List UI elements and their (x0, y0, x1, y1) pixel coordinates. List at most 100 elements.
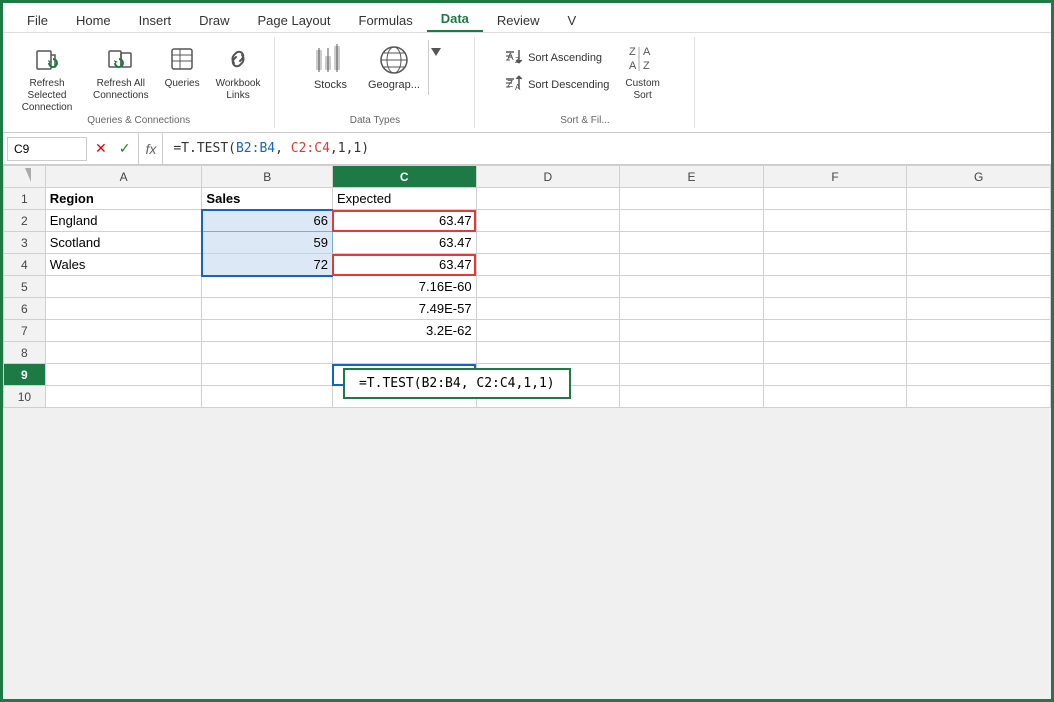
menu-formulas[interactable]: Formulas (345, 9, 427, 32)
cell-G5[interactable] (907, 276, 1051, 298)
workbook-links-button[interactable]: WorkbookLinks (210, 39, 267, 106)
cell-E4[interactable] (620, 254, 764, 276)
cell-C5[interactable]: 7.16E-60 (332, 276, 476, 298)
cell-A8[interactable] (45, 342, 202, 364)
col-header-G[interactable]: G (907, 166, 1051, 188)
cell-E8[interactable] (620, 342, 764, 364)
custom-sort-button[interactable]: Z A A Z CustomSort (617, 39, 667, 102)
cell-B5[interactable] (202, 276, 333, 298)
menu-review[interactable]: Review (483, 9, 554, 32)
cell-D1[interactable] (476, 188, 620, 210)
cell-F1[interactable] (763, 188, 907, 210)
cell-G10[interactable] (907, 386, 1051, 408)
cell-C6[interactable]: 7.49E-57 (332, 298, 476, 320)
cell-D3[interactable] (476, 232, 620, 254)
cell-E3[interactable] (620, 232, 764, 254)
cell-B2[interactable]: 66 (202, 210, 333, 232)
cell-D8[interactable] (476, 342, 620, 364)
cell-A7[interactable] (45, 320, 202, 342)
queries-button[interactable]: Queries (159, 39, 206, 94)
cell-G2[interactable] (907, 210, 1051, 232)
cell-F9[interactable] (763, 364, 907, 386)
cell-A5[interactable] (45, 276, 202, 298)
cell-G6[interactable] (907, 298, 1051, 320)
cell-A9[interactable] (45, 364, 202, 386)
cell-F8[interactable] (763, 342, 907, 364)
cell-E2[interactable] (620, 210, 764, 232)
geography-button[interactable]: Geograp... (360, 40, 428, 95)
menu-data[interactable]: Data (427, 7, 483, 32)
col-header-E[interactable]: E (620, 166, 764, 188)
cell-A4[interactable]: Wales (45, 254, 202, 276)
cell-E6[interactable] (620, 298, 764, 320)
col-header-F[interactable]: F (763, 166, 907, 188)
refresh-selected-button[interactable]: Refresh SelectedConnection (11, 39, 83, 118)
sort-descending-button[interactable]: Z A Sort Descending (502, 72, 613, 97)
col-header-C[interactable]: C (332, 166, 476, 188)
cell-B7[interactable] (202, 320, 333, 342)
cell-F10[interactable] (763, 386, 907, 408)
cell-A10[interactable] (45, 386, 202, 408)
svg-text:Z: Z (629, 46, 636, 58)
cell-C7[interactable]: 3.2E-62 (332, 320, 476, 342)
formula-cancel-button[interactable]: ✕ (91, 140, 111, 157)
cell-B4[interactable]: 72 (202, 254, 333, 276)
cell-E5[interactable] (620, 276, 764, 298)
cell-B6[interactable] (202, 298, 333, 320)
cell-F5[interactable] (763, 276, 907, 298)
cell-C9[interactable]: =T.TEST(B2:B4, C2:C4,1,1) (332, 364, 476, 386)
row-header-4: 4 (4, 254, 46, 276)
cell-F4[interactable] (763, 254, 907, 276)
geography-dropdown-arrow[interactable] (428, 40, 443, 95)
cell-F2[interactable] (763, 210, 907, 232)
formula-input[interactable]: =T.TEST(B2:B4, C2:C4,1,1) (167, 139, 1047, 158)
cell-F7[interactable] (763, 320, 907, 342)
cell-E9[interactable] (620, 364, 764, 386)
cell-B3[interactable]: 59 (202, 232, 333, 254)
cell-D5[interactable] (476, 276, 620, 298)
cell-ref-box[interactable]: C9 (7, 137, 87, 161)
cell-A1[interactable]: Region (45, 188, 202, 210)
cell-C1[interactable]: Expected (332, 188, 476, 210)
cell-G8[interactable] (907, 342, 1051, 364)
cell-E7[interactable] (620, 320, 764, 342)
cell-G4[interactable] (907, 254, 1051, 276)
cell-C8[interactable] (332, 342, 476, 364)
menu-more[interactable]: V (554, 9, 591, 32)
cell-C3[interactable]: 63.47 (332, 232, 476, 254)
cell-F3[interactable] (763, 232, 907, 254)
col-header-A[interactable]: A (45, 166, 202, 188)
cell-B9[interactable] (202, 364, 333, 386)
cell-B10[interactable] (202, 386, 333, 408)
cell-G3[interactable] (907, 232, 1051, 254)
cell-A2[interactable]: England (45, 210, 202, 232)
cell-C4[interactable]: 63.47 (332, 254, 476, 276)
menu-file[interactable]: File (13, 9, 62, 32)
col-header-D[interactable]: D (476, 166, 620, 188)
menu-page-layout[interactable]: Page Layout (244, 9, 345, 32)
cell-D7[interactable] (476, 320, 620, 342)
cell-G9[interactable] (907, 364, 1051, 386)
refresh-all-button[interactable]: Refresh AllConnections (87, 39, 155, 106)
col-header-B[interactable]: B (202, 166, 333, 188)
cell-D4[interactable] (476, 254, 620, 276)
cell-G7[interactable] (907, 320, 1051, 342)
cell-A3[interactable]: Scotland (45, 232, 202, 254)
cell-A6[interactable] (45, 298, 202, 320)
cell-B1[interactable]: Sales (202, 188, 333, 210)
sort-descending-label: Sort Descending (528, 79, 609, 91)
cell-E1[interactable] (620, 188, 764, 210)
menu-draw[interactable]: Draw (185, 9, 243, 32)
cell-G1[interactable] (907, 188, 1051, 210)
sort-ascending-button[interactable]: A Z Sort Ascending (502, 45, 613, 70)
cell-B8[interactable] (202, 342, 333, 364)
cell-D6[interactable] (476, 298, 620, 320)
menu-insert[interactable]: Insert (125, 9, 186, 32)
cell-D2[interactable] (476, 210, 620, 232)
cell-C2[interactable]: 63.47 (332, 210, 476, 232)
formula-confirm-button[interactable]: ✓ (115, 140, 135, 157)
stocks-button[interactable]: Stocks (306, 40, 355, 95)
cell-F6[interactable] (763, 298, 907, 320)
menu-home[interactable]: Home (62, 9, 125, 32)
cell-E10[interactable] (620, 386, 764, 408)
